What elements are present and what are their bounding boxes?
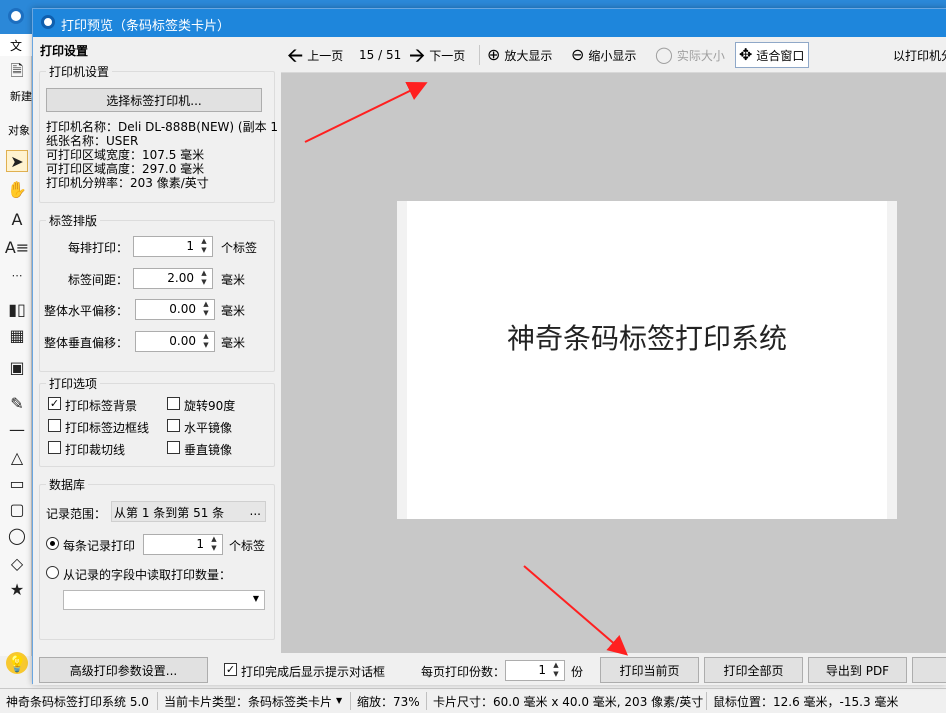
arrow-to-next-page xyxy=(304,82,428,143)
annotation-arrows xyxy=(304,82,629,656)
arrow-to-print-current xyxy=(523,565,629,656)
